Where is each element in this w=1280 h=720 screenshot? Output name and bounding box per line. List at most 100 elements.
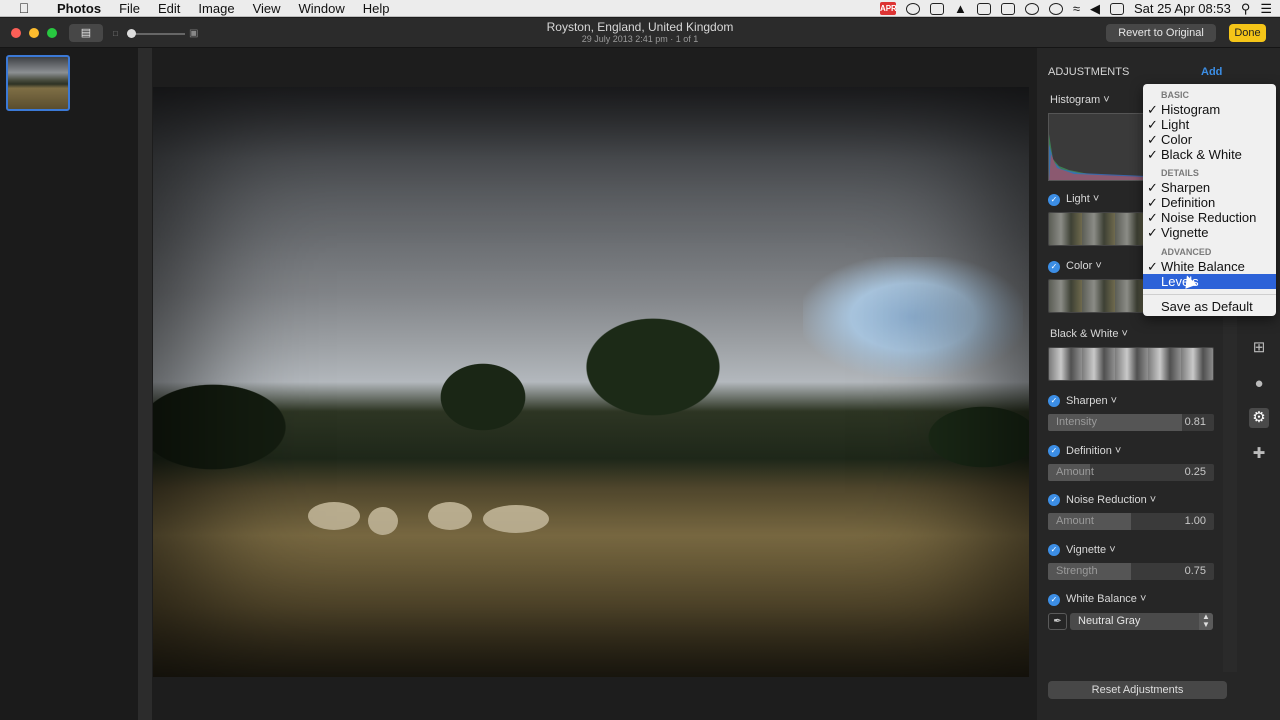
crop-icon[interactable]: ⊞ bbox=[1249, 338, 1269, 358]
menu-item-noise-reduction[interactable]: ✓ Noise Reduction bbox=[1143, 210, 1276, 225]
list-icon[interactable]: ☰ bbox=[1260, 1, 1272, 17]
vignette-section-title[interactable]: Vignette ˅ bbox=[1066, 544, 1116, 556]
done-button[interactable]: Done bbox=[1229, 24, 1266, 42]
color-section-title[interactable]: Color ˅ bbox=[1066, 260, 1102, 272]
slider-value: 0.75 bbox=[1184, 565, 1206, 577]
battery-status-icon[interactable] bbox=[929, 2, 944, 15]
checkmark-icon: ✓ bbox=[1147, 117, 1158, 132]
adjust-icon[interactable]: ⚙ bbox=[1249, 408, 1269, 428]
menu-edit[interactable]: Edit bbox=[149, 0, 189, 17]
wifi-icon[interactable]: ≈ bbox=[1073, 1, 1080, 16]
photo-canvas[interactable] bbox=[153, 87, 1029, 677]
slider-value: 0.25 bbox=[1184, 466, 1206, 478]
menu-app[interactable]: Photos bbox=[48, 0, 110, 17]
menu-item-sharpen[interactable]: ✓ Sharpen bbox=[1143, 180, 1276, 195]
chevron-down-icon: ˅ bbox=[1103, 94, 1110, 106]
light-section-title[interactable]: Light ˅ bbox=[1066, 193, 1099, 205]
menu-image[interactable]: Image bbox=[189, 0, 243, 17]
slider-label: Strength bbox=[1056, 565, 1098, 577]
menu-item-light[interactable]: ✓ Light bbox=[1143, 117, 1276, 132]
window-titlebar: ▤ □ ▣ Royston, England, United Kingdom 2… bbox=[0, 18, 1280, 48]
bw-section-title[interactable]: Black & White ˅ bbox=[1050, 328, 1128, 340]
window-subtitle: 29 July 2013 2:41 pm · 1 of 1 bbox=[581, 34, 699, 44]
search-icon[interactable]: ⚲ bbox=[1241, 1, 1251, 17]
chevron-down-icon: ˅ bbox=[1114, 445, 1122, 457]
adjustments-header: ADJUSTMENTS bbox=[1048, 66, 1130, 78]
chevron-down-icon: ˅ bbox=[1121, 328, 1128, 340]
vignette-strength-slider[interactable]: Strength 0.75 bbox=[1048, 563, 1214, 580]
menu-separator bbox=[1143, 294, 1276, 295]
menu-view[interactable]: View bbox=[244, 0, 290, 17]
vignette-enabled-checkbox[interactable]: ✓ bbox=[1048, 544, 1060, 556]
white-balance-mode-select[interactable]: Neutral Gray ▲ ▼ bbox=[1070, 613, 1213, 630]
apple-menu-icon[interactable]:  bbox=[0, 0, 48, 16]
menu-item-black-white[interactable]: ✓ Black & White bbox=[1143, 147, 1276, 162]
noise-reduction-section-title[interactable]: Noise Reduction ˅ bbox=[1066, 494, 1156, 506]
menu-item-color[interactable]: ✓ Color bbox=[1143, 132, 1276, 147]
add-adjustment-menu: BASIC ✓ Histogram ✓ Light ✓ Color ✓ Black & … bbox=[1143, 84, 1276, 316]
white-balance-mode-value: Neutral Gray bbox=[1078, 615, 1141, 627]
select-stepper-icon: ▲ ▼ bbox=[1199, 613, 1213, 630]
sidebar-divider[interactable] bbox=[138, 48, 152, 720]
volume-icon[interactable]: ◀ bbox=[1090, 1, 1100, 17]
chevron-down-icon: ˅ bbox=[1140, 593, 1147, 605]
slider-label: Amount bbox=[1056, 515, 1094, 527]
checkmark-icon: ✓ bbox=[1147, 102, 1158, 117]
color-preview-strip[interactable] bbox=[1048, 279, 1144, 313]
eyedropper-icon[interactable]: ✒ bbox=[1048, 613, 1067, 630]
menu-item-white-balance[interactable]: ✓ White Balance bbox=[1143, 259, 1276, 274]
sharpen-enabled-checkbox[interactable]: ✓ bbox=[1048, 395, 1060, 407]
light-preview-strip[interactable] bbox=[1048, 212, 1144, 246]
sync-icon[interactable] bbox=[905, 2, 920, 15]
battery-icon[interactable] bbox=[1109, 2, 1124, 15]
retouch-bandage-icon[interactable]: ✚ bbox=[1249, 444, 1269, 464]
slider-value: 0.81 bbox=[1184, 416, 1206, 428]
menu-help[interactable]: Help bbox=[354, 0, 399, 17]
histogram-section-title[interactable]: Histogram ˅ bbox=[1050, 94, 1110, 106]
menu-item-vignette[interactable]: ✓ Vignette bbox=[1143, 225, 1276, 240]
menu-item-save-as-default[interactable]: Save as Default bbox=[1143, 299, 1276, 314]
definition-enabled-checkbox[interactable]: ✓ bbox=[1048, 445, 1060, 457]
reset-adjustments-button[interactable]: Reset Adjustments bbox=[1048, 681, 1227, 699]
menu-window[interactable]: Window bbox=[290, 0, 354, 17]
slider-label: Amount bbox=[1056, 466, 1094, 478]
slider-label: Intensity bbox=[1056, 416, 1097, 428]
color-enabled-checkbox[interactable]: ✓ bbox=[1048, 261, 1060, 273]
screen-record-icon[interactable] bbox=[976, 2, 991, 15]
revert-to-original-button[interactable]: Revert to Original bbox=[1106, 24, 1216, 42]
calendar-icon[interactable]: APR 25 bbox=[879, 2, 897, 26]
sharpen-section-title[interactable]: Sharpen ˅ bbox=[1066, 395, 1117, 407]
checkmark-icon: ✓ bbox=[1147, 210, 1158, 225]
checkmark-icon: ✓ bbox=[1147, 195, 1158, 210]
menu-item-histogram[interactable]: ✓ Histogram bbox=[1143, 102, 1276, 117]
display-icon[interactable] bbox=[1000, 2, 1015, 15]
menu-item-definition[interactable]: ✓ Definition bbox=[1143, 195, 1276, 210]
clock-text[interactable]: Sat 25 Apr 08:53 bbox=[1134, 1, 1231, 16]
white-balance-enabled-checkbox[interactable]: ✓ bbox=[1048, 594, 1060, 606]
histogram-graph bbox=[1048, 113, 1144, 181]
filters-icon[interactable]: ● bbox=[1249, 374, 1269, 394]
chevron-down-icon: ˅ bbox=[1110, 395, 1118, 407]
photo-thumbnail[interactable] bbox=[6, 55, 70, 111]
notification-icon[interactable]: ▲ bbox=[954, 1, 967, 16]
noise-reduction-enabled-checkbox[interactable]: ✓ bbox=[1048, 494, 1060, 506]
white-balance-section-title[interactable]: White Balance ˅ bbox=[1066, 593, 1146, 605]
chevron-down-icon: ˅ bbox=[1149, 494, 1157, 506]
checkmark-icon: ✓ bbox=[1147, 180, 1158, 195]
menu-file[interactable]: File bbox=[110, 0, 149, 17]
sharpen-intensity-slider[interactable]: Intensity 0.81 bbox=[1048, 414, 1214, 431]
light-enabled-checkbox[interactable]: ✓ bbox=[1048, 194, 1060, 206]
bw-preview-strip[interactable] bbox=[1048, 347, 1214, 381]
slider-value: 1.00 bbox=[1184, 515, 1206, 527]
add-adjustment-button[interactable]: Add bbox=[1201, 66, 1222, 78]
chevron-down-icon: ˅ bbox=[1095, 260, 1102, 272]
info-icon[interactable] bbox=[1048, 2, 1063, 15]
menu-item-levels[interactable]: Levels bbox=[1143, 274, 1276, 289]
checkmark-icon: ✓ bbox=[1147, 147, 1158, 162]
definition-amount-slider[interactable]: Amount 0.25 bbox=[1048, 464, 1214, 481]
window-title: Royston, England, United Kingdom bbox=[546, 20, 734, 34]
check-icon[interactable] bbox=[1024, 2, 1039, 15]
definition-section-title[interactable]: Definition ˅ bbox=[1066, 445, 1121, 457]
noise-amount-slider[interactable]: Amount 1.00 bbox=[1048, 513, 1214, 530]
thumbnail-sidebar bbox=[0, 48, 140, 720]
